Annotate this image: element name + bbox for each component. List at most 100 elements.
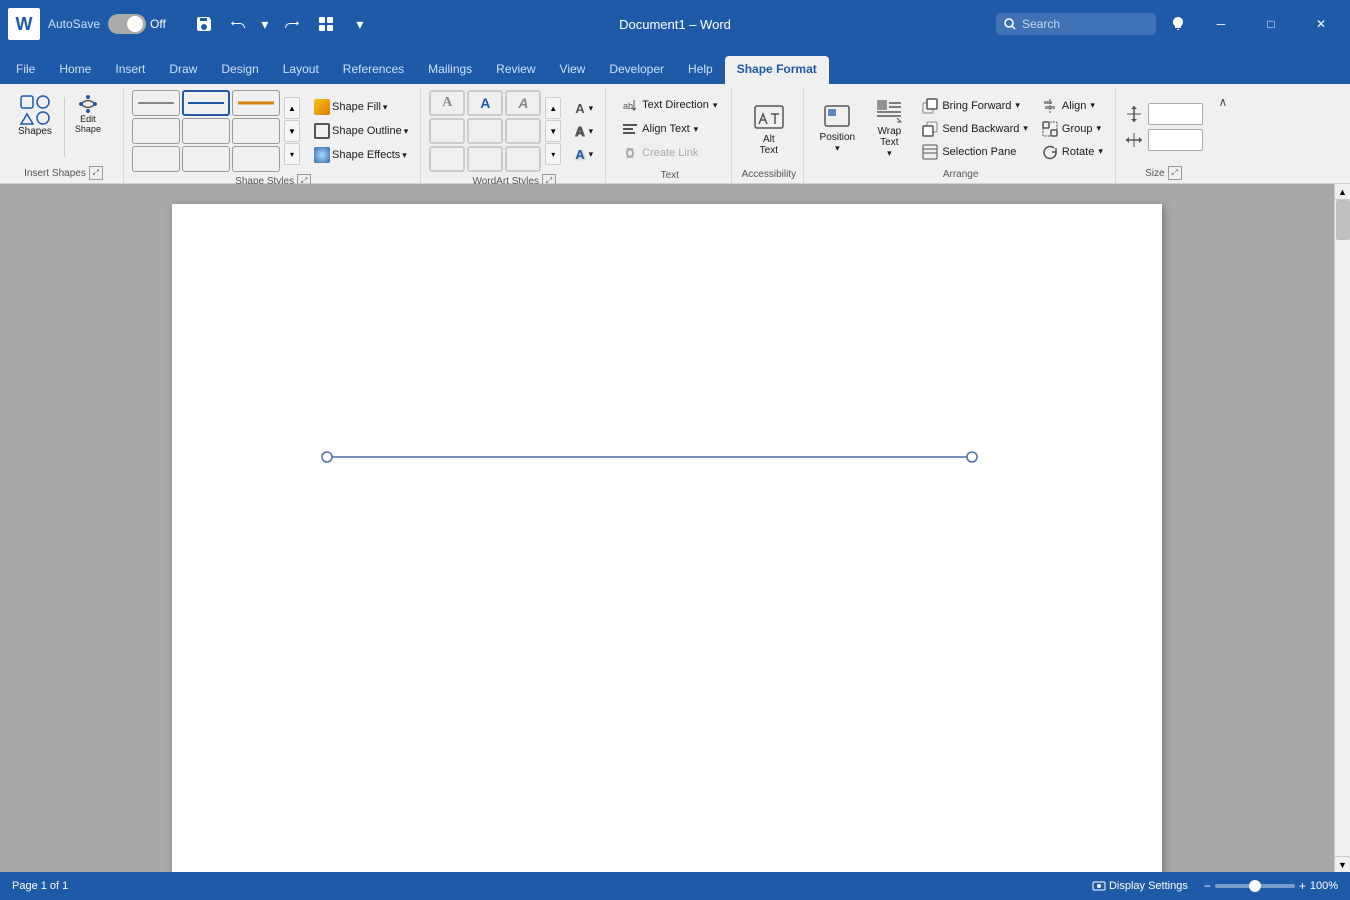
redo-button[interactable] (278, 10, 306, 38)
align-button[interactable]: Align ▾ (1036, 95, 1109, 117)
shape-style-5[interactable] (182, 118, 230, 144)
tab-draw[interactable]: Draw (157, 56, 209, 84)
tab-developer[interactable]: Developer (597, 56, 676, 84)
scroll-down-button[interactable]: ▼ (1335, 856, 1350, 872)
shape-style-3[interactable] (232, 90, 280, 116)
position-button[interactable]: Position ▾ (812, 90, 862, 167)
shapes-icon (19, 94, 51, 126)
tab-review[interactable]: Review (484, 56, 547, 84)
text-fill-icon: A (575, 101, 584, 116)
shape-effects-button[interactable]: Shape Effects ▾ (308, 144, 414, 166)
send-backward-label: Send Backward (942, 123, 1019, 135)
display-settings-button[interactable]: Display Settings (1092, 879, 1188, 893)
tab-shape-format[interactable]: Shape Format (725, 56, 829, 84)
save-button[interactable] (190, 10, 218, 38)
autosave-label: AutoSave (48, 17, 100, 31)
selection-pane-button[interactable]: Selection Pane (916, 141, 1034, 163)
drawing-canvas (172, 204, 1162, 872)
size-expander[interactable]: ⤢ (1168, 166, 1182, 180)
wrap-text-label: WrapText (877, 126, 901, 148)
text-outline-button[interactable]: A ▾ (569, 121, 599, 142)
canvas-area[interactable] (0, 184, 1334, 872)
tab-home[interactable]: Home (47, 56, 103, 84)
shape-outline-button[interactable]: Shape Outline ▾ (308, 120, 414, 142)
bring-forward-button[interactable]: Bring Forward ▾ (916, 95, 1034, 117)
search-placeholder: Search (1022, 17, 1060, 31)
wordart-scroll-up[interactable]: ▲ (545, 97, 561, 119)
gallery-scroll-more[interactable]: ▾ (284, 143, 300, 165)
edit-shape-button[interactable]: EditShape (69, 90, 107, 138)
create-link-label: Create Link (642, 147, 698, 159)
search-box[interactable]: Search (996, 13, 1156, 35)
wordart-scroll-more[interactable]: ▾ (545, 143, 561, 165)
text-direction-button[interactable]: ab Text Direction ▾ (616, 94, 723, 116)
wrap-text-button[interactable]: WrapText ▾ (864, 90, 914, 167)
wordart-style-9[interactable] (505, 146, 541, 172)
create-link-button[interactable]: Create Link (616, 142, 704, 164)
text-outline-dropdown: ▾ (589, 126, 594, 137)
close-button[interactable]: ✕ (1300, 8, 1342, 40)
insert-shapes-expander[interactable]: ⤢ (89, 166, 103, 180)
lightbulb-button[interactable] (1164, 10, 1192, 38)
tab-file[interactable]: File (4, 56, 47, 84)
collapse-ribbon-button[interactable]: ∧ (1213, 92, 1233, 112)
shape-style-7[interactable] (132, 146, 180, 172)
tab-layout[interactable]: Layout (271, 56, 331, 84)
gallery-scroll-up[interactable]: ▲ (284, 97, 300, 119)
autosave-toggle[interactable]: Off (104, 12, 170, 36)
shape-style-6[interactable] (232, 118, 280, 144)
group-button[interactable]: Group ▾ (1036, 118, 1109, 140)
tab-insert[interactable]: Insert (103, 56, 157, 84)
zoom-slider[interactable] (1215, 884, 1295, 888)
wordart-style-4[interactable] (429, 118, 465, 144)
customize-button[interactable]: ▾ (346, 10, 374, 38)
zoom-out-button[interactable]: − (1204, 879, 1211, 893)
height-input[interactable] (1148, 103, 1203, 125)
wordart-style-7[interactable] (429, 146, 465, 172)
shapes-button[interactable]: Shapes (10, 90, 60, 141)
scroll-up-button[interactable]: ▲ (1335, 184, 1350, 200)
svg-text:ab: ab (623, 101, 633, 111)
alt-text-button[interactable]: AltText (747, 98, 791, 160)
text-effects-button[interactable]: A ▾ (569, 144, 599, 165)
tab-design[interactable]: Design (209, 56, 270, 84)
shape-style-4[interactable] (132, 118, 180, 144)
wordart-style-6[interactable] (505, 118, 541, 144)
shape-style-2[interactable] (182, 90, 230, 116)
shape-style-8[interactable] (182, 146, 230, 172)
tab-help[interactable]: Help (676, 56, 725, 84)
minimize-button[interactable]: ─ (1200, 8, 1242, 40)
undo-button[interactable] (224, 10, 252, 38)
shape-fill-button[interactable]: Shape Fill ▾ (308, 96, 414, 118)
table-insert-button[interactable] (312, 10, 340, 38)
text-fill-button[interactable]: A ▾ (569, 98, 599, 119)
shape-style-1[interactable] (132, 90, 180, 116)
rotate-button[interactable]: Rotate ▾ (1036, 141, 1109, 163)
search-icon (1004, 18, 1016, 30)
scroll-thumb[interactable] (1336, 200, 1350, 240)
width-input[interactable] (1148, 129, 1203, 151)
bring-forward-icon (922, 98, 938, 114)
shape-style-9[interactable] (232, 146, 280, 172)
wordart-scroll-down[interactable]: ▼ (545, 120, 561, 142)
undo-dropdown[interactable]: ▾ (258, 10, 272, 38)
tab-view[interactable]: View (548, 56, 598, 84)
selection-pane-label: Selection Pane (942, 146, 1016, 158)
selection-handle-left[interactable] (322, 452, 332, 462)
tab-references[interactable]: References (331, 56, 416, 84)
tab-mailings[interactable]: Mailings (416, 56, 484, 84)
send-backward-button[interactable]: Send Backward ▾ (916, 118, 1034, 140)
vertical-scrollbar[interactable]: ▲ ▼ (1334, 184, 1350, 872)
wordart-style-3[interactable]: A (505, 90, 541, 116)
zoom-in-button[interactable]: + (1299, 879, 1306, 893)
gallery-scroll-down[interactable]: ▼ (284, 120, 300, 142)
alt-text-label: AltText (760, 134, 778, 156)
wordart-style-2[interactable]: A (467, 90, 503, 116)
wordart-style-5[interactable] (467, 118, 503, 144)
maximize-button[interactable]: □ (1250, 8, 1292, 40)
wordart-style-1[interactable]: A (429, 90, 465, 116)
align-text-button[interactable]: Align Text ▾ (616, 118, 704, 140)
selection-handle-right[interactable] (967, 452, 977, 462)
wordart-style-8[interactable] (467, 146, 503, 172)
text-direction-label: Text Direction (642, 99, 709, 111)
